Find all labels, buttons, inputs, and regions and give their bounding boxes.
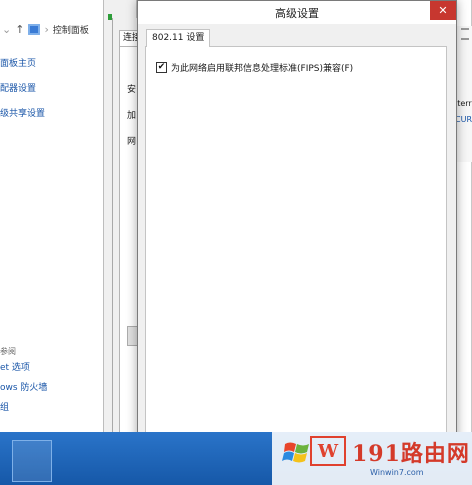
taskbar-app-button[interactable] <box>12 440 52 482</box>
breadcrumb-control-panel[interactable]: 控制面板 <box>53 23 89 36</box>
dialog-title: 高级设置 <box>275 6 319 20</box>
right-text-internet: iterr <box>455 99 472 108</box>
see-also-firewall[interactable]: ows 防火墙 <box>0 382 105 394</box>
right-panel-strip <box>456 26 472 162</box>
see-also-section: 参阅 et 选项 ows 防火墙 组 <box>0 346 105 422</box>
watermark-url: Winwin7.com <box>370 468 424 477</box>
fips-checkbox-label[interactable]: 为此网络启用联邦信息处理标准(FIPS)兼容(F) <box>171 61 353 74</box>
sidebar-link-sharing-settings[interactable]: 级共享设置 <box>0 108 105 120</box>
close-icon: ✕ <box>438 4 448 17</box>
dialog-titlebar[interactable]: 高级设置 ✕ <box>138 1 456 24</box>
dialog-tab-page: ✔ 为此网络启用联邦信息处理标准(FIPS)兼容(F) <box>145 46 447 434</box>
sidebar-link-home[interactable]: 面板主页 <box>0 58 105 70</box>
right-panel-text: iterr CUR <box>455 96 472 128</box>
up-arrow-icon[interactable]: ↑ <box>15 23 24 36</box>
watermark-badge: W <box>310 436 346 466</box>
windows-logo-icon <box>282 442 309 463</box>
tab-80211-settings[interactable]: 802.11 设置 <box>146 29 211 47</box>
fips-option[interactable]: ✔ 为此网络启用联邦信息处理标准(FIPS)兼容(F) <box>156 61 353 74</box>
advanced-settings-dialog: 高级设置 ✕ 802.11 设置 ✔ 为此网络启用联邦信息处理标准(FIPS)兼… <box>137 0 457 468</box>
see-also-heading: 参阅 <box>0 347 16 356</box>
checkmark-icon: ✔ <box>157 62 166 72</box>
see-also-homegroup[interactable]: 组 <box>0 402 105 414</box>
sidebar-link-adapter-settings[interactable]: 配器设置 <box>0 83 105 95</box>
watermark: W 191路由网 Winwin7.com <box>272 432 472 485</box>
sidebar-links: 面板主页 配器设置 级共享设置 <box>0 58 105 133</box>
see-also-internet-options[interactable]: et 选项 <box>0 362 105 374</box>
wifi-properties-window: 连接 安 加 网 <box>112 18 141 466</box>
address-bar: ⌄ ↑ › 控制面板 <box>0 18 110 40</box>
dropdown-icon[interactable]: ⌄ <box>2 23 11 36</box>
close-button[interactable]: ✕ <box>430 1 456 20</box>
fips-checkbox[interactable]: ✔ <box>156 62 167 73</box>
right-text-link[interactable]: CUR <box>455 112 472 128</box>
chevron-right-icon[interactable]: › <box>44 23 48 36</box>
control-panel-icon <box>28 23 41 35</box>
watermark-brand: 191路由网 <box>352 441 470 467</box>
